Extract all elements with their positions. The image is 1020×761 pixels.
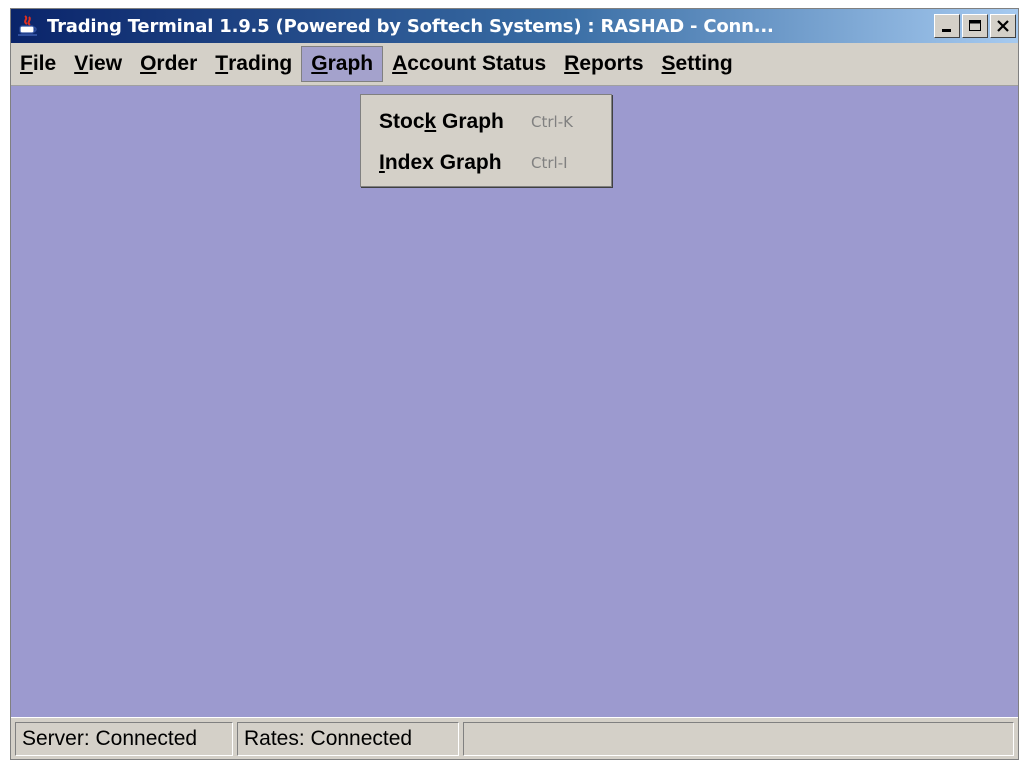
stock-graph-label-pre: Stoc — [379, 109, 425, 133]
menu-trading[interactable]: Trading — [206, 46, 301, 82]
stock-graph-label-post: Graph — [436, 109, 504, 133]
status-extra-panel — [463, 721, 1014, 756]
server-status: Server: Connected — [15, 721, 233, 756]
stock-graph-shortcut: Ctrl-K — [531, 112, 573, 131]
index-graph-label: Index Graph — [379, 151, 531, 175]
maximize-icon[interactable] — [962, 14, 988, 38]
stock-graph-mnemonic: k — [424, 109, 437, 133]
menu-trading-mnemonic: T — [215, 52, 229, 75]
menu-order-mnemonic: O — [140, 52, 157, 75]
menu-view-label: iew — [88, 52, 123, 75]
title-bar[interactable]: Trading Terminal 1.9.5 (Powered by Softe… — [11, 9, 1018, 43]
menu-file[interactable]: File — [11, 46, 65, 82]
menu-view-mnemonic: V — [74, 52, 89, 75]
rates-status: Rates: Connected — [237, 721, 459, 756]
menu-reports-label: eports — [579, 52, 644, 75]
menu-graph[interactable]: Graph — [301, 46, 384, 82]
menu-trading-label: rading — [228, 52, 293, 75]
graph-dropdown-menu: Stock Graph Ctrl-K Index Graph Ctrl-I — [360, 94, 612, 187]
window-title: Trading Terminal 1.9.5 (Powered by Softe… — [47, 15, 774, 37]
window-controls — [934, 14, 1016, 38]
menu-reports[interactable]: Reports — [555, 46, 652, 82]
close-icon[interactable] — [990, 14, 1016, 38]
menu-bar: File View Order Trading Graph Account St… — [11, 43, 1018, 86]
menu-account-status[interactable]: Account Status — [383, 46, 555, 82]
menu-file-mnemonic: F — [20, 52, 33, 75]
menu-order[interactable]: Order — [131, 46, 206, 82]
status-bar: Server: Connected Rates: Connected — [11, 717, 1018, 759]
menu-setting[interactable]: Setting — [653, 46, 742, 82]
app-window: Trading Terminal 1.9.5 (Powered by Softe… — [10, 8, 1019, 760]
menu-graph-mnemonic: G — [311, 52, 328, 75]
stock-graph-label: Stock Graph — [379, 110, 531, 134]
menu-reports-mnemonic: R — [564, 52, 580, 75]
index-graph-label-post: ndex Graph — [384, 150, 502, 174]
menu-graph-label: raph — [327, 52, 374, 75]
menu-account-status-mnemonic: A — [392, 52, 408, 75]
minimize-icon[interactable] — [934, 14, 960, 38]
menu-setting-mnemonic: S — [661, 52, 676, 75]
menu-setting-label: etting — [675, 52, 733, 75]
menu-file-label: ile — [32, 52, 57, 75]
menu-item-index-graph[interactable]: Index Graph Ctrl-I — [361, 142, 611, 183]
menu-view[interactable]: View — [65, 46, 131, 82]
menu-order-label: rder — [156, 52, 198, 75]
java-cup-icon[interactable] — [15, 13, 41, 39]
menu-item-stock-graph[interactable]: Stock Graph Ctrl-K — [361, 101, 611, 142]
index-graph-shortcut: Ctrl-I — [531, 153, 568, 172]
menu-account-status-label: ccount Status — [407, 52, 547, 75]
